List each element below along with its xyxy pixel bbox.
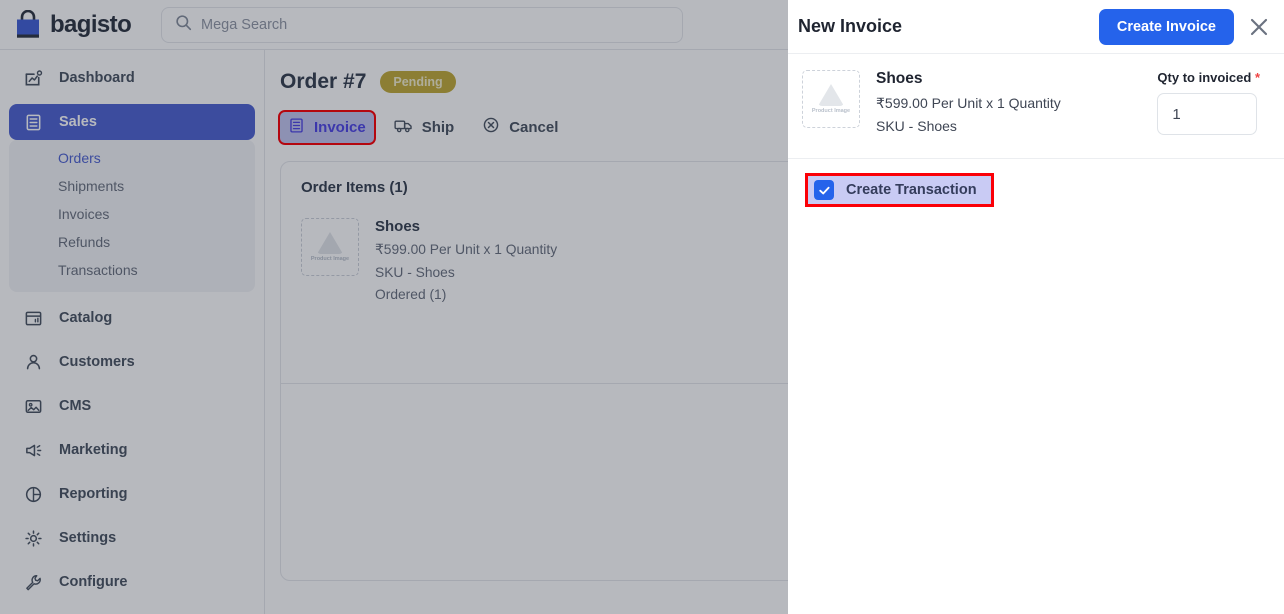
product-image-caption: Product Image	[812, 108, 850, 114]
product-sku-line: SKU - Shoes	[876, 115, 1061, 138]
create-invoice-button[interactable]: Create Invoice	[1099, 9, 1234, 45]
close-icon[interactable]	[1248, 16, 1270, 38]
placeholder-shape-icon	[818, 84, 844, 106]
product-image-placeholder: Product Image	[802, 70, 860, 128]
qty-to-invoice-group: Qty to invoiced *	[1157, 70, 1270, 138]
new-invoice-drawer: New Invoice Create Invoice Product Image…	[788, 0, 1284, 614]
drawer-header: New Invoice Create Invoice	[788, 0, 1284, 54]
qty-to-invoice-input[interactable]	[1157, 93, 1257, 135]
create-transaction-label: Create Transaction	[846, 182, 977, 198]
invoice-item-row: Product Image Shoes ₹599.00 Per Unit x 1…	[788, 54, 1284, 152]
create-transaction-checkbox[interactable]	[814, 180, 834, 200]
screen: bagisto Mega Search	[0, 0, 1284, 614]
checkmark-icon	[818, 184, 831, 197]
create-transaction-checkbox-row[interactable]: Create Transaction	[808, 176, 991, 204]
drawer-divider	[788, 158, 1284, 159]
product-name: Shoes	[876, 70, 1061, 88]
qty-label-text: Qty to invoiced	[1157, 70, 1255, 85]
product-price-line: ₹599.00 Per Unit x 1 Quantity	[876, 92, 1061, 115]
drawer-title: New Invoice	[798, 16, 902, 37]
qty-to-invoice-label: Qty to invoiced *	[1157, 70, 1260, 85]
drawer-body-empty	[788, 204, 1284, 614]
required-asterisk: *	[1255, 70, 1260, 85]
invoice-item-details: Shoes ₹599.00 Per Unit x 1 Quantity SKU …	[876, 70, 1061, 138]
